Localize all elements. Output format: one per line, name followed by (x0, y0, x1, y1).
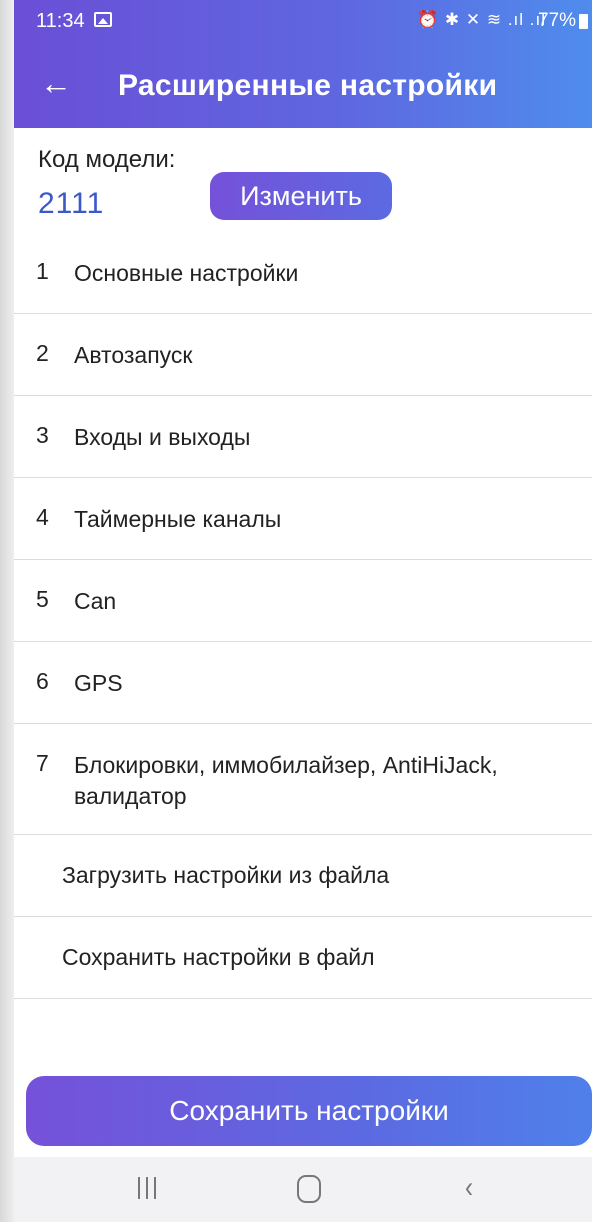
nav-back-icon[interactable]: ‹ (465, 1171, 473, 1205)
menu-item-number: 4 (36, 504, 49, 530)
settings-menu: 1 Основные настройки 2 Автозапуск 3 Вход… (14, 232, 592, 999)
recent-apps-icon[interactable] (136, 1177, 158, 1201)
back-arrow-icon[interactable]: ← (40, 67, 74, 102)
menu-item-label: Входы и выходы (74, 424, 251, 450)
battery-percent: 77% (537, 10, 576, 31)
menu-item-gps[interactable]: 6 GPS (14, 642, 592, 724)
menu-item-number: 3 (36, 422, 49, 448)
model-code-value: 2111 (38, 187, 105, 220)
menu-item-autostart[interactable]: 2 Автозапуск (14, 314, 592, 396)
menu-item-number: 7 (36, 750, 49, 776)
menu-item-blocking[interactable]: 7 Блокировки, иммобилайзер, AntiHiJack, … (14, 724, 592, 835)
model-code-label: Код модели: (38, 146, 176, 173)
status-icons: ⏰ ✱ ✕ ≋ .ıl .ıl (417, 10, 546, 29)
status-bar: 11:34 ⏰ ✱ ✕ ≋ .ıl .ıl 77% (14, 0, 592, 42)
page-title: Расширенные настройки (118, 69, 498, 102)
load-settings-from-file[interactable]: Загрузить настройки из файла (14, 835, 592, 917)
menu-item-can[interactable]: 5 Can (14, 560, 592, 642)
image-notification-icon (94, 12, 112, 27)
menu-item-label: Автозапуск (74, 342, 193, 368)
save-settings-button[interactable]: Сохранить настройки (26, 1076, 592, 1146)
menu-item-number: 6 (36, 668, 49, 694)
menu-item-label: Основные настройки (74, 260, 299, 286)
battery-icon (579, 14, 588, 29)
menu-item-number: 5 (36, 586, 49, 612)
menu-item-number: 2 (36, 340, 49, 366)
menu-item-label: Can (74, 588, 117, 614)
save-to-file-label: Сохранить настройки в файл (62, 944, 375, 970)
menu-item-timer-channels[interactable]: 4 Таймерные каналы (14, 478, 592, 560)
menu-item-label: Блокировки, иммобилайзер, AntiHiJack, ва… (74, 752, 498, 809)
home-icon[interactable] (297, 1175, 321, 1203)
status-time: 11:34 (36, 10, 85, 32)
change-model-button[interactable]: Изменить (210, 172, 392, 220)
menu-item-label: Таймерные каналы (74, 506, 282, 532)
load-settings-label: Загрузить настройки из файла (62, 862, 390, 888)
menu-item-inputs-outputs[interactable]: 3 Входы и выходы (14, 396, 592, 478)
save-settings-to-file[interactable]: Сохранить настройки в файл (14, 917, 592, 999)
app-screen: 11:34 ⏰ ✱ ✕ ≋ .ıl .ıl 77% ← Расширенные … (14, 0, 592, 1222)
app-bar: ← Расширенные настройки (14, 42, 592, 128)
menu-item-label: GPS (74, 670, 123, 696)
system-nav-bar: ‹ (14, 1157, 592, 1222)
menu-item-number: 1 (36, 258, 49, 284)
menu-item-basic-settings[interactable]: 1 Основные настройки (14, 232, 592, 314)
